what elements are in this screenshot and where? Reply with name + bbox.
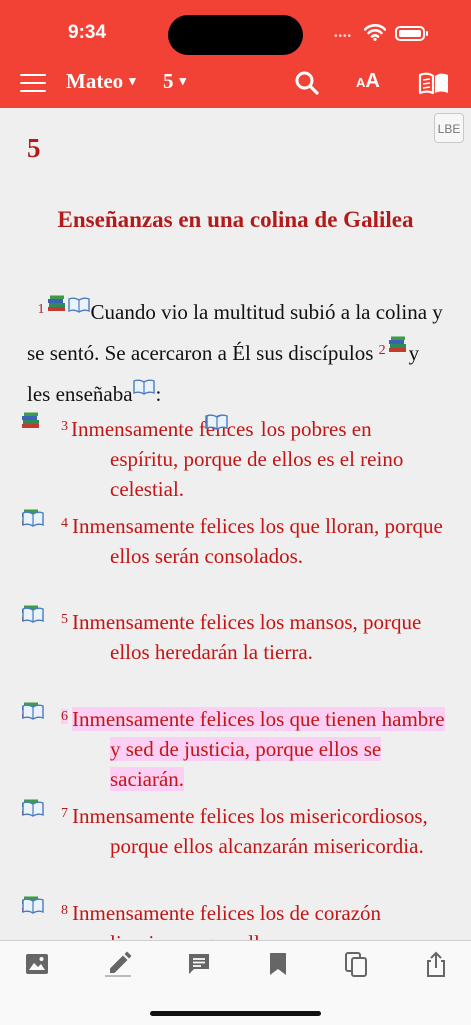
search-icon[interactable] xyxy=(294,70,320,101)
version-badge[interactable]: LBE xyxy=(434,113,464,143)
dynamic-island xyxy=(168,15,303,55)
book-name: Mateo xyxy=(66,69,124,93)
verse-number[interactable]: 6 xyxy=(61,709,68,724)
font-size-small-label: A xyxy=(356,75,366,90)
verse-text: Inmensamente felices los misericordiosos… xyxy=(72,804,428,858)
font-size-button[interactable]: AA xyxy=(356,70,380,93)
open-book-icon[interactable] xyxy=(132,371,155,406)
verse-number[interactable]: 1 xyxy=(38,302,45,317)
verse-text: Inmensamente felices los mansos, porque … xyxy=(72,610,422,664)
book-selector[interactable]: Mateo ▾ xyxy=(66,69,136,94)
verse-text: Inmensamente felices los que tienen hamb… xyxy=(72,707,445,791)
copy-icon[interactable] xyxy=(344,951,370,984)
verse-number[interactable]: 8 xyxy=(61,903,68,918)
verse-number[interactable]: 3 xyxy=(61,419,68,434)
verse-text: Inmensamente felices los que lloran, por… xyxy=(72,514,443,568)
active-tab-indicator xyxy=(105,975,131,977)
verse-text: : xyxy=(155,382,162,406)
books-icon[interactable] xyxy=(388,330,408,365)
chevron-down-icon: ▾ xyxy=(179,73,187,88)
chevron-down-icon: ▾ xyxy=(129,73,136,88)
share-icon[interactable] xyxy=(423,951,449,984)
open-book-icon[interactable] xyxy=(67,289,90,324)
verse-line[interactable]: 7 Inmensamente felices los misericordioso… xyxy=(22,795,445,861)
battery-icon xyxy=(395,26,428,41)
verse-paragraph: 1 Cuando vio la multitud subió a la colin… xyxy=(27,289,447,412)
chapter-name: 5 xyxy=(163,69,174,93)
verse-number[interactable]: 7 xyxy=(61,806,68,821)
bookmark-icon[interactable] xyxy=(266,951,290,982)
pen-icon[interactable] xyxy=(106,951,132,982)
image-icon[interactable] xyxy=(24,951,50,982)
verse-number[interactable]: 4 xyxy=(61,516,68,531)
hamburger-menu-icon[interactable] xyxy=(20,72,46,92)
verse-line[interactable]: 3 Inmensamente felices los pobres en espí… xyxy=(22,408,445,504)
top-bar: 9:34 •••• Mateo ▾ 5 ▾ AA xyxy=(0,0,471,108)
verse-line[interactable]: 4 Inmensamente felices los que lloran, po… xyxy=(22,505,445,571)
verse-number[interactable]: 2 xyxy=(379,343,386,358)
verse-number[interactable]: 5 xyxy=(61,612,68,627)
status-time: 9:34 xyxy=(68,22,107,43)
chapter-number: 5 xyxy=(27,133,41,163)
notes-icon[interactable] xyxy=(186,951,212,982)
signal-icon: •••• xyxy=(334,31,353,42)
section-heading: Enseñanzas en una colina de Galilea xyxy=(57,207,414,232)
reading-mode-icon[interactable] xyxy=(418,72,450,101)
verse-line-highlighted[interactable]: 6 Inmensamente felices los que tienen ham… xyxy=(22,698,445,794)
wifi-icon xyxy=(363,23,387,46)
font-size-big-label: A xyxy=(365,70,380,92)
verse-line[interactable]: 5 Inmensamente felices los mansos, porque… xyxy=(22,601,445,667)
home-indicator[interactable] xyxy=(150,1011,321,1016)
books-icon[interactable] xyxy=(47,289,67,324)
chapter-selector[interactable]: 5 ▾ xyxy=(163,69,186,94)
